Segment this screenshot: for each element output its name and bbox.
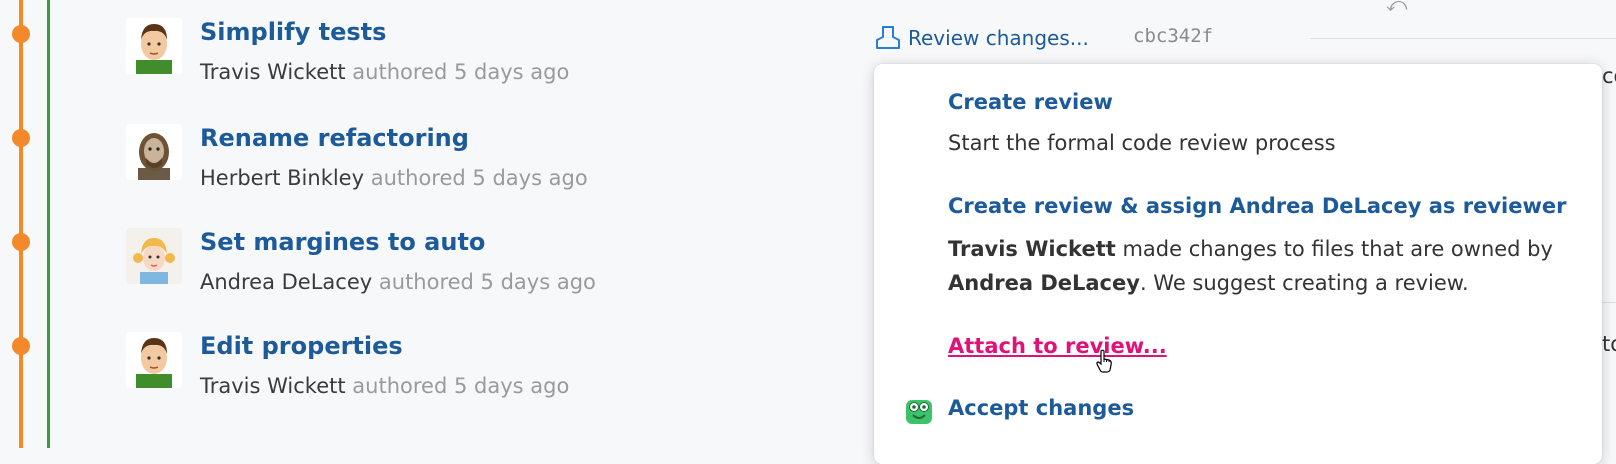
commit-meta: Herbert Binkley authored 5 days ago <box>200 166 588 190</box>
commit-node[interactable] <box>12 129 30 147</box>
avatar-travis <box>126 332 182 388</box>
review-changes-button[interactable]: Review changes... <box>874 24 1089 52</box>
commit-row: Edit properties Travis Wickett authored … <box>126 332 826 432</box>
commit-node[interactable] <box>12 233 30 251</box>
clipped-text: to <box>1602 332 1616 356</box>
review-changes-popup: Create review Start the formal code revi… <box>874 64 1602 464</box>
commit-node[interactable] <box>12 25 30 43</box>
create-review-item[interactable]: Create review <box>948 90 1113 114</box>
commit-time: authored 5 days ago <box>352 374 570 398</box>
commit-author: Andrea DeLacey <box>200 270 373 294</box>
commit-meta: Travis Wickett authored 5 days ago <box>200 60 569 84</box>
commit-title[interactable]: Edit properties <box>200 332 403 360</box>
clipped-text: co <box>1602 64 1616 88</box>
accept-changes-item[interactable]: Accept changes <box>948 396 1134 420</box>
review-icon <box>876 26 900 49</box>
author-name: Travis Wickett <box>948 237 1116 261</box>
commit-row: Set margines to auto Andrea DeLacey auth… <box>126 228 826 328</box>
desc-text: made changes to files that are owned by <box>1115 237 1553 261</box>
create-assign-description: Travis Wickett made changes to files tha… <box>948 232 1553 300</box>
commit-time: authored 5 days ago <box>370 166 588 190</box>
commit-hash[interactable]: cbc342f <box>1133 25 1213 47</box>
review-changes-label: Review changes... <box>908 26 1089 50</box>
branch-line-orange <box>19 0 23 448</box>
create-review-description: Start the formal code review process <box>948 131 1336 155</box>
hand-cursor-icon <box>1096 349 1112 373</box>
commit-meta: Travis Wickett authored 5 days ago <box>200 374 569 398</box>
divider <box>1310 38 1616 39</box>
owner-name: Andrea DeLacey <box>948 271 1140 295</box>
commit-node[interactable] <box>12 337 30 355</box>
avatar-herbert <box>126 124 182 180</box>
commit-time: authored 5 days ago <box>378 270 596 294</box>
commit-row: Simplify tests Travis Wickett authored 5… <box>126 18 826 118</box>
partial-icon: ⤺ <box>1386 0 1408 16</box>
commit-row: Rename refactoring Herbert Binkley autho… <box>126 124 826 224</box>
attach-to-review-item[interactable]: Attach to review... <box>948 334 1167 358</box>
commit-author: Herbert Binkley <box>200 166 365 190</box>
commit-meta: Andrea DeLacey authored 5 days ago <box>200 270 596 294</box>
avatar-travis <box>126 18 182 74</box>
desc-text: . We suggest creating a review. <box>1139 271 1469 295</box>
commit-title[interactable]: Set margines to auto <box>200 228 485 256</box>
commit-time: authored 5 days ago <box>352 60 570 84</box>
avatar-andrea <box>126 228 182 284</box>
commit-title[interactable]: Simplify tests <box>200 18 386 46</box>
commit-title[interactable]: Rename refactoring <box>200 124 469 152</box>
accept-face-icon <box>906 400 932 424</box>
branch-line-green <box>47 0 50 448</box>
commit-author: Travis Wickett <box>200 374 346 398</box>
commit-author: Travis Wickett <box>200 60 346 84</box>
create-assign-review-item[interactable]: Create review & assign Andrea DeLacey as… <box>948 194 1566 218</box>
